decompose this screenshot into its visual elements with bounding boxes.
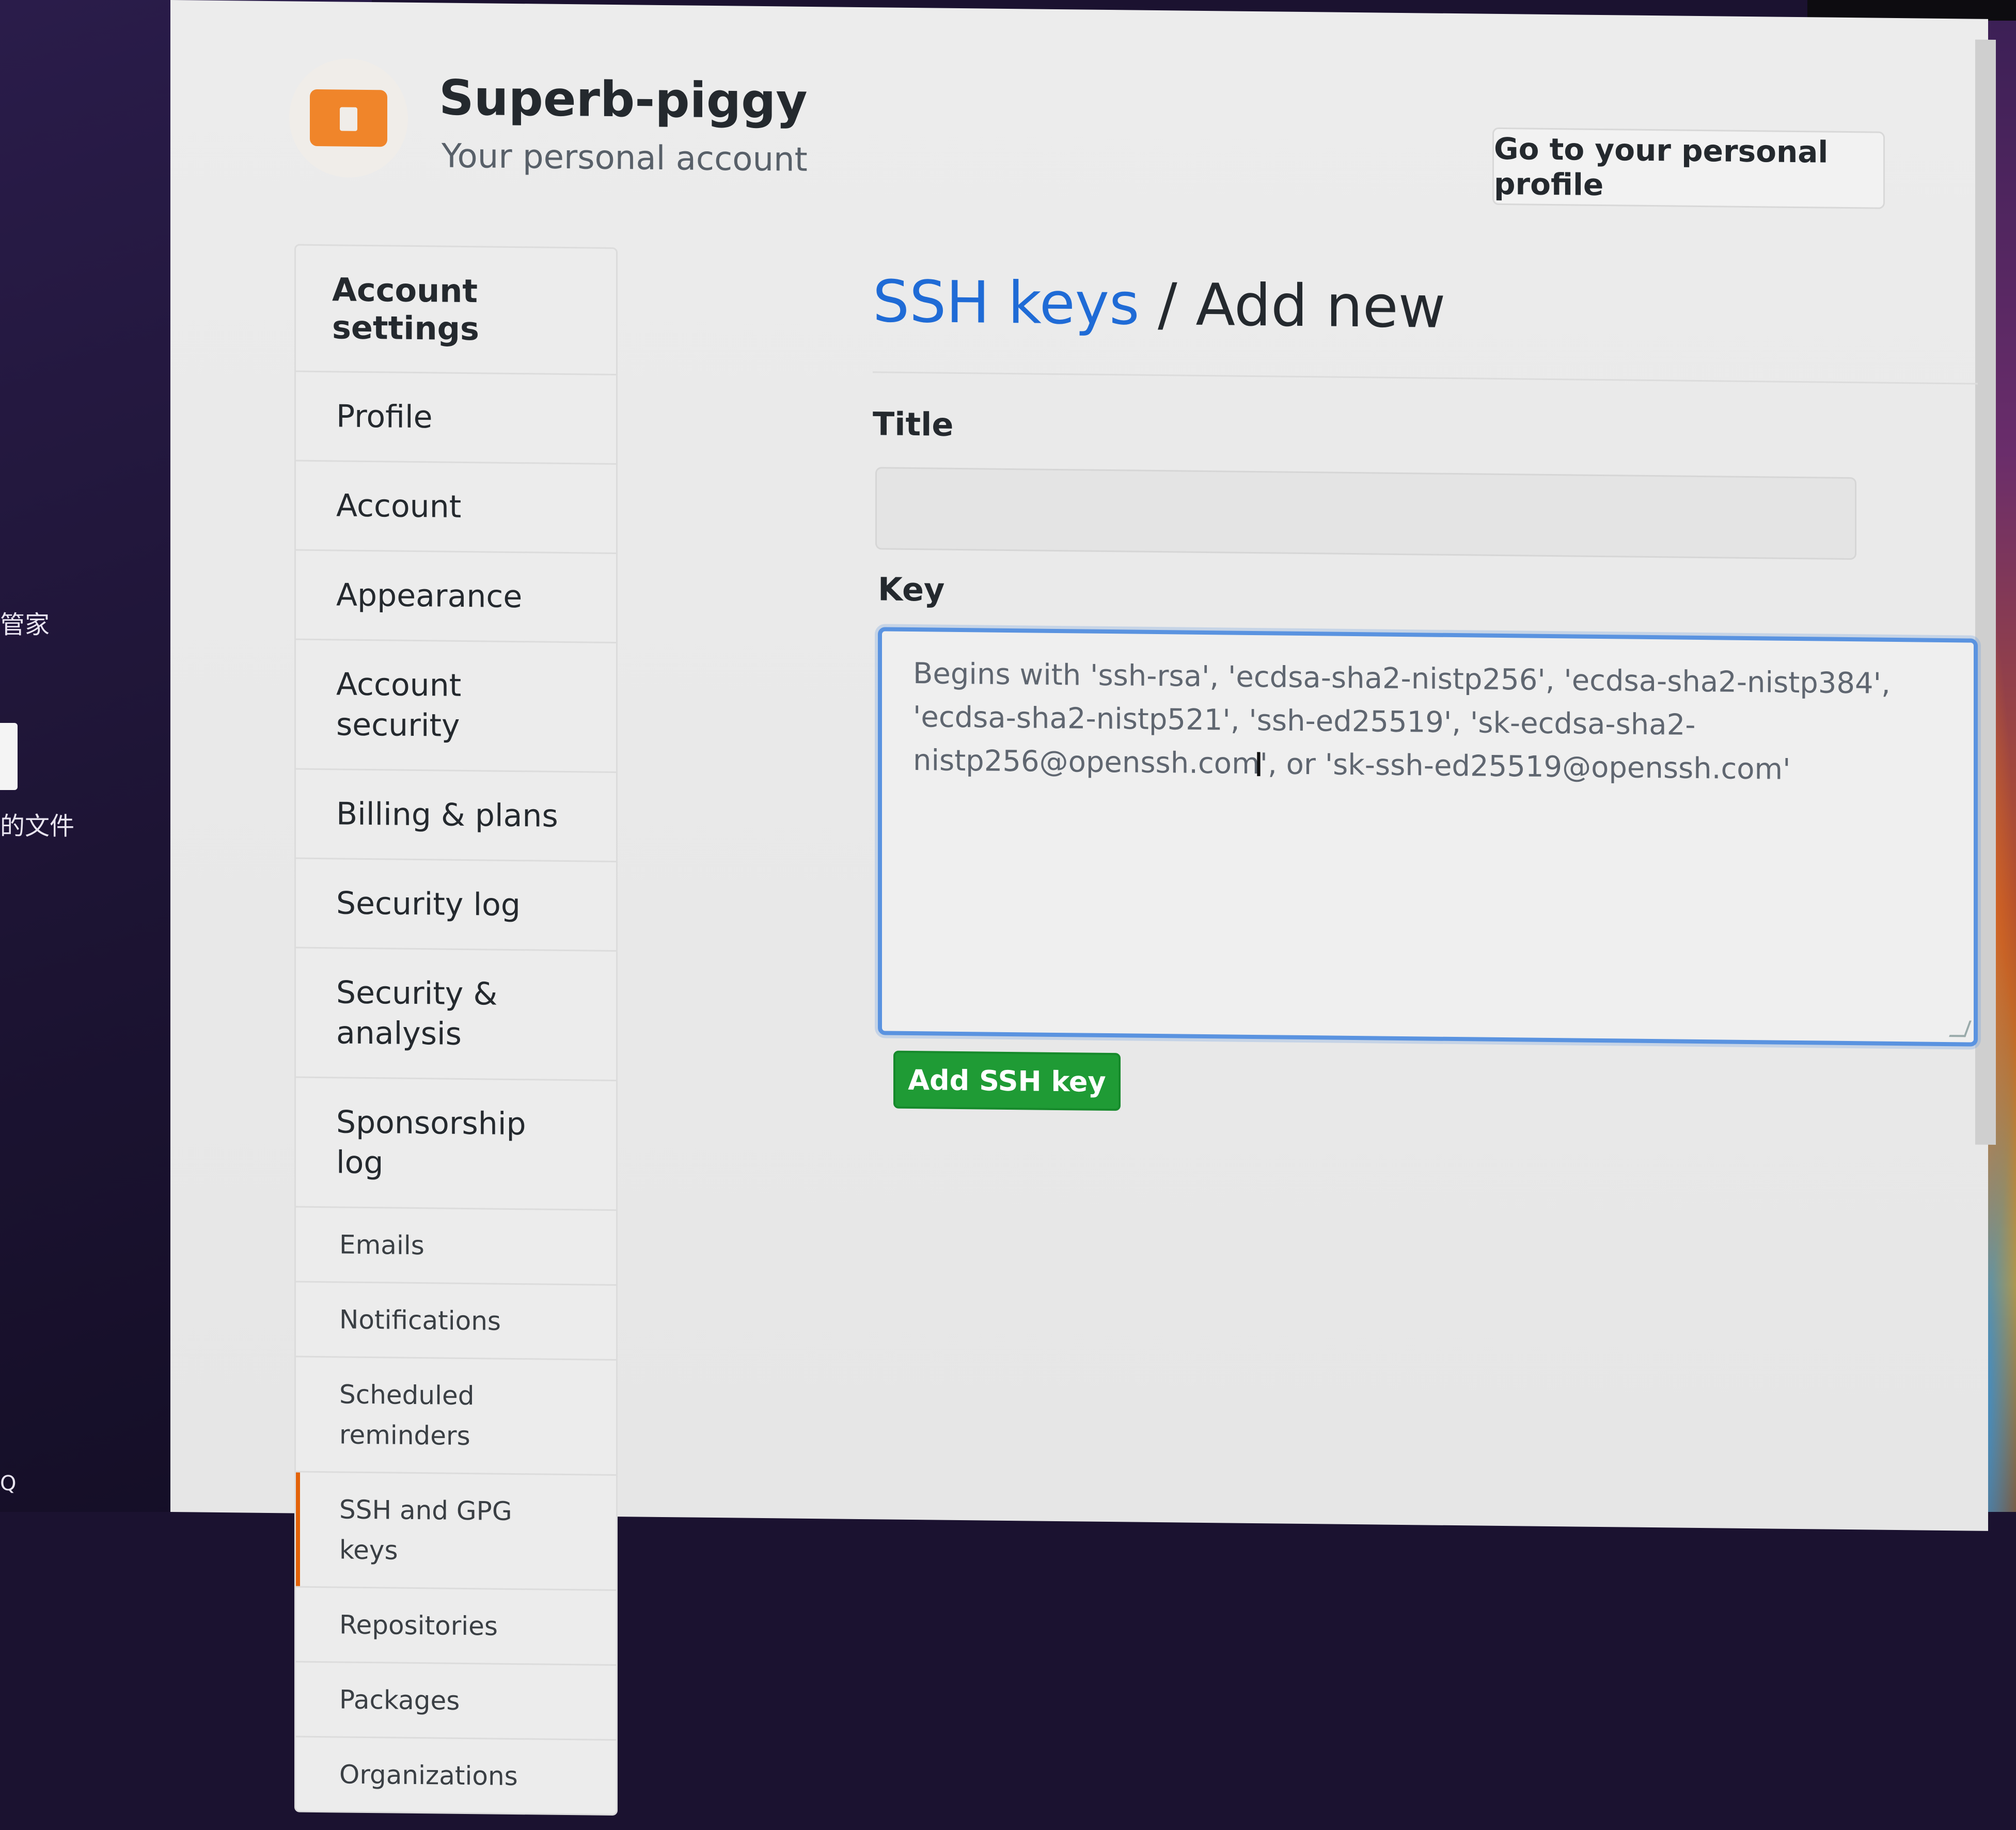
browser-page: Superb-piggy Your personal account Go to…	[170, 0, 1996, 1816]
account-subtitle: Your personal account	[442, 137, 808, 179]
title-field-label: Title	[873, 405, 954, 444]
sidebar-item-ssh-gpg-keys[interactable]: SSH and GPG keys	[296, 1472, 616, 1591]
sidebar-item-emails[interactable]: Emails	[296, 1207, 616, 1286]
resize-handle-icon[interactable]	[1949, 1020, 1972, 1037]
title-divider	[873, 371, 1978, 385]
sidebar-item-account-security[interactable]: Account security	[296, 640, 616, 774]
add-ssh-key-button[interactable]: Add SSH key	[893, 1050, 1121, 1111]
sidebar-item-appearance[interactable]: Appearance	[296, 550, 616, 644]
sidebar-item-scheduled-reminders[interactable]: Scheduled reminders	[296, 1357, 616, 1476]
sidebar-item-sponsorship-log[interactable]: Sponsorship log	[296, 1078, 616, 1211]
org-avatar[interactable]	[289, 58, 408, 178]
avatar-notch	[340, 107, 357, 131]
breadcrumb-separator: /	[1139, 271, 1196, 339]
breadcrumb-ssh-keys-link[interactable]: SSH keys	[873, 268, 1139, 338]
personal-profile-button[interactable]: Go to your personal profile	[1492, 127, 1885, 209]
sidebar-item-organizations[interactable]: Organizations	[296, 1738, 616, 1814]
title-input[interactable]	[875, 467, 1856, 560]
desktop-label[interactable]: 的文件	[0, 806, 74, 842]
desktop-file-icon[interactable]	[0, 723, 18, 790]
desktop-label[interactable]: 管家	[0, 604, 50, 640]
key-textarea[interactable]: Begins with 'ssh-rsa', 'ecdsa-sha2-nistp…	[878, 627, 1978, 1047]
sidebar-item-billing[interactable]: Billing & plans	[296, 769, 616, 863]
page-scrollbar[interactable]	[1975, 39, 1996, 1145]
sidebar-item-account[interactable]: Account	[296, 461, 616, 555]
sidebar-header: Account settings	[296, 245, 616, 376]
breadcrumb-current: Add new	[1195, 271, 1446, 341]
sidebar-item-profile[interactable]: Profile	[296, 372, 616, 465]
sidebar-item-security-log[interactable]: Security log	[296, 859, 616, 952]
page-title: SSH keys / Add new	[873, 268, 1445, 341]
avatar-stem	[364, 100, 375, 129]
settings-sidebar: Account settings Profile Account Appeara…	[294, 244, 618, 1816]
desktop-label[interactable]: Q	[0, 1472, 16, 1495]
sidebar-item-packages[interactable]: Packages	[296, 1662, 616, 1741]
avatar-icon	[310, 89, 387, 147]
key-field-label: Key	[878, 570, 945, 609]
account-name: Superb-piggy	[439, 70, 808, 130]
sidebar-item-notifications[interactable]: Notifications	[296, 1282, 616, 1361]
key-placeholder: Begins with 'ssh-rsa', 'ecdsa-sha2-nistp…	[913, 657, 1891, 786]
sidebar-item-repositories[interactable]: Repositories	[296, 1587, 616, 1666]
text-cursor-icon: I	[1254, 746, 1264, 785]
sidebar-item-security-analysis[interactable]: Security & analysis	[296, 948, 616, 1082]
